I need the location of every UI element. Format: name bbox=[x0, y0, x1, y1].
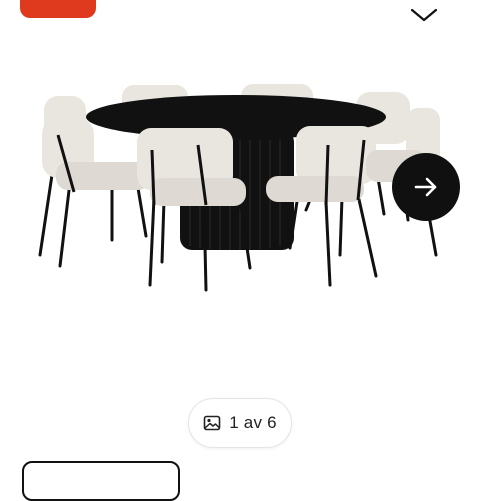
arrow-right-icon bbox=[414, 177, 437, 197]
collapse-button[interactable] bbox=[404, 0, 444, 30]
image-icon bbox=[203, 415, 221, 431]
top-bar bbox=[0, 0, 480, 36]
chevron-down-icon bbox=[410, 8, 438, 22]
image-counter-text: 1 av 6 bbox=[229, 413, 277, 432]
image-counter[interactable]: 1 av 6 bbox=[188, 398, 292, 448]
promo-badge[interactable] bbox=[20, 0, 96, 18]
bottom-action-button[interactable] bbox=[22, 461, 180, 501]
next-image-button[interactable] bbox=[392, 153, 460, 221]
